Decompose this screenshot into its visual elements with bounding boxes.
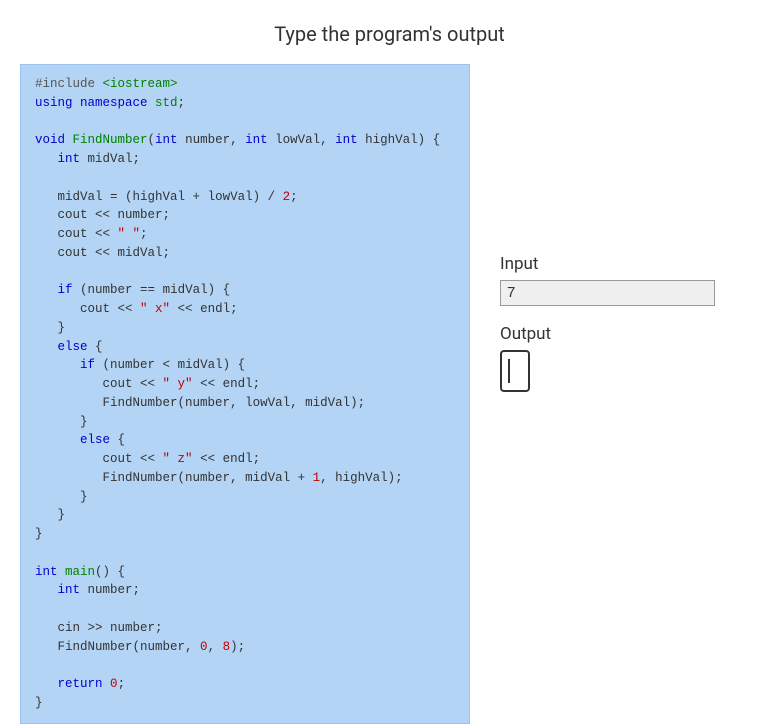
code-text: endl: [215, 377, 253, 391]
code-text: else: [58, 340, 88, 354]
code-text: int: [155, 133, 178, 147]
code-text: cout: [35, 377, 140, 391]
output-input[interactable]: [500, 350, 530, 392]
code-text: if: [80, 358, 95, 372]
output-label: Output: [500, 324, 759, 344]
code-panel: #include <iostream> using namespace std;…: [20, 64, 470, 724]
code-text: number: [178, 133, 231, 147]
side-panel: Input 7 Output: [500, 64, 759, 724]
code-text: midVal: [238, 471, 298, 485]
input-label: Input: [500, 254, 759, 274]
code-text: " ": [118, 227, 141, 241]
code-text: " y": [163, 377, 193, 391]
text-cursor: [508, 359, 510, 383]
code-text: 1: [313, 471, 321, 485]
code-text: " z": [163, 452, 193, 466]
code-text: 2: [283, 190, 291, 204]
code-text: lowVal: [238, 396, 291, 410]
code-text: cout: [35, 302, 118, 316]
code-text: FindNumber(number: [35, 396, 230, 410]
page-title: Type the program's output: [0, 0, 779, 64]
code-text: 0: [200, 640, 208, 654]
code-text: highVal): [328, 471, 396, 485]
code-text: int: [35, 565, 58, 579]
code-text: cout: [35, 452, 140, 466]
code-text: (number: [73, 283, 141, 297]
code-text: (number: [95, 358, 163, 372]
code-text: cout: [35, 208, 95, 222]
code-text: (highVal: [118, 190, 193, 204]
code-text: int: [58, 583, 81, 597]
code-text: midVal): [155, 283, 223, 297]
code-text: midVal): [170, 358, 238, 372]
input-box: 7: [500, 280, 715, 306]
code-text: number: [80, 583, 133, 597]
code-text: 8: [223, 640, 231, 654]
code-text: 0: [110, 677, 118, 691]
code-text: midVal: [110, 246, 163, 260]
code-text: midVal: [80, 152, 133, 166]
code-text: int: [58, 152, 81, 166]
code-text: FindNumber: [65, 133, 148, 147]
code-text: #include: [35, 77, 103, 91]
code-text: <iostream>: [103, 77, 178, 91]
code-text: cout: [35, 246, 95, 260]
code-text: highVal: [358, 133, 418, 147]
code-text: int: [335, 133, 358, 147]
code-text: midVal: [35, 190, 110, 204]
code-text: main: [58, 565, 96, 579]
code-text: lowVal: [268, 133, 321, 147]
code-text: number: [103, 621, 156, 635]
code-text: if: [58, 283, 73, 297]
code-text: cin: [35, 621, 88, 635]
code-text: namespace: [73, 96, 148, 110]
code-text: " x": [140, 302, 170, 316]
main-content: #include <iostream> using namespace std;…: [0, 64, 779, 724]
code-text: else: [80, 433, 110, 447]
code-text: midVal): [298, 396, 358, 410]
code-text: void: [35, 133, 65, 147]
code-text: FindNumber(number: [35, 471, 230, 485]
code-text: int: [245, 133, 268, 147]
code-text: return: [58, 677, 103, 691]
code-text: number: [110, 208, 163, 222]
code-text: lowVal): [200, 190, 268, 204]
code-text: cout: [35, 227, 95, 241]
code-text: std: [148, 96, 178, 110]
code-text: endl: [193, 302, 231, 316]
code-text: endl: [215, 452, 253, 466]
code-text: FindNumber(number: [35, 640, 185, 654]
code-text: using: [35, 96, 73, 110]
